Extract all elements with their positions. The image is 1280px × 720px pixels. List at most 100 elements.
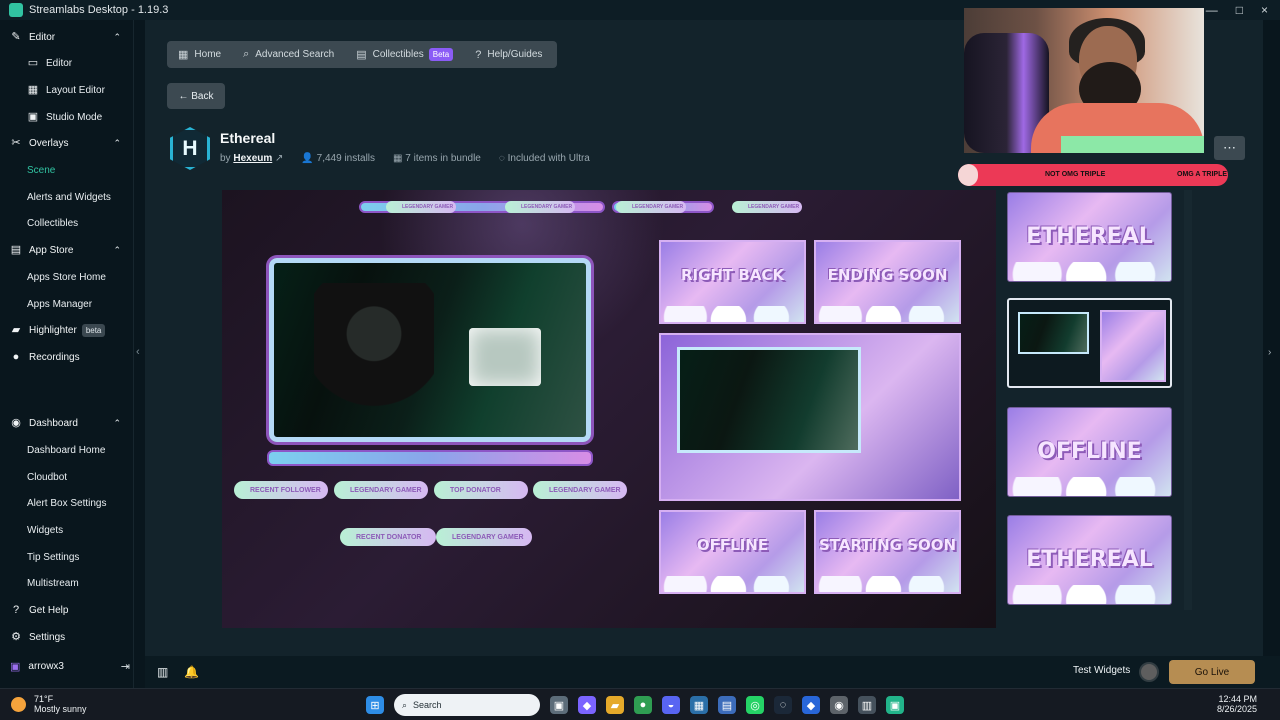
bundle-icon: ▦ — [393, 153, 403, 164]
windows-taskbar: 71°F Mostly sunny ⊞ ⌕ Search ▣ ◆ ▰ ● ◒ ▦ ▤… — [0, 688, 1280, 720]
sidebar-item-multistream[interactable]: Multistream — [0, 572, 134, 594]
alert-left-text: NOT OMG TRIPLE — [1045, 171, 1106, 178]
bottom-icons: ▥ 🔔 — [157, 665, 199, 679]
right-back-scene: RIGHT BACK — [659, 240, 806, 324]
tab-collectibles[interactable]: ▤ Collectibles Beta — [345, 41, 464, 68]
more-options-button[interactable]: ⋯ — [1214, 136, 1245, 160]
sidebar-item-alert-box-settings[interactable]: Alert Box Settings — [0, 492, 134, 514]
test-widgets-button[interactable]: Test Widgets — [1073, 665, 1130, 676]
store-icon: ▤ — [10, 244, 22, 256]
sidebar-item-widgets[interactable]: Widgets — [0, 519, 134, 541]
thumbnail-ethereal-title[interactable]: ETHEREAL — [1007, 192, 1172, 282]
bundle-count: ▦ 7 items in bundle — [393, 153, 481, 164]
twitch-icon: ▣ — [10, 660, 21, 673]
webcam-person — [314, 283, 434, 428]
user-account[interactable]: ▣ arrowx3 ⇥ — [10, 654, 130, 678]
thumbnail-ethereal[interactable]: ETHEREAL — [1007, 515, 1172, 605]
thumbnail-overlay-preview[interactable] — [1007, 298, 1172, 388]
stream-webcam — [677, 347, 861, 453]
sidebar-item-recordings[interactable]: ● Recordings — [0, 346, 134, 368]
store-icon[interactable]: ▦ — [690, 696, 708, 714]
logout-icon[interactable]: ⇥ — [121, 660, 130, 673]
steam-icon[interactable]: ◌ — [774, 696, 792, 714]
webcam-banner — [267, 450, 593, 466]
studio-icon: ▣ — [27, 111, 39, 123]
blue-app-icon[interactable]: ◆ — [802, 696, 820, 714]
sidebar-item-collectibles[interactable]: Collectibles — [0, 212, 134, 234]
maximize-button[interactable]: □ — [1236, 3, 1243, 17]
tab-home[interactable]: ▦ Home — [167, 41, 232, 68]
label-card: LEGENDARY GAMER — [505, 201, 575, 213]
search-icon: ⌕ — [243, 48, 250, 60]
file-explorer-icon[interactable]: ▰ — [606, 696, 624, 714]
label-card: LEGENDARY GAMER — [732, 201, 802, 213]
chevron-up-icon: ⌃ — [113, 31, 121, 42]
cloud-decoration — [661, 306, 804, 322]
cloud-decoration — [1008, 585, 1171, 604]
chrome-icon[interactable]: ● — [634, 696, 652, 714]
whatsapp-icon[interactable]: ◎ — [746, 696, 764, 714]
notification-icon[interactable]: 🔔 — [184, 665, 199, 679]
help-icon: ? — [12, 604, 20, 616]
sidebar-item-overlays[interactable]: ✂ Overlays ⌃ — [0, 132, 134, 154]
collapse-sidebar-button[interactable]: ‹ — [136, 346, 140, 358]
sidebar-item-app-store[interactable]: ▤ App Store ⌃ — [0, 239, 134, 261]
sidebar-item-apps-manager[interactable]: Apps Manager — [0, 293, 134, 315]
sidebar: ✎ Editor ⌃ ▭ Editor ▦ Layout Editor ▣ Studio … — [0, 20, 134, 688]
sidebar-item-get-help[interactable]: ? Get Help — [0, 599, 134, 621]
pencil-icon: ✎ — [11, 31, 21, 43]
stats-icon[interactable]: ▥ — [157, 665, 168, 679]
stream-scene — [659, 333, 961, 501]
top-donator-name: LEGENDARY GAMER — [533, 481, 627, 499]
tab-advanced-search[interactable]: ⌕ Advanced Search — [232, 41, 345, 68]
close-button[interactable]: × — [1261, 3, 1268, 17]
sidebar-item-dashboard[interactable]: ◉ Dashboard ⌃ — [0, 412, 134, 434]
starting-soon-scene: STARTING SOON — [814, 510, 961, 594]
sidebar-item-alerts-widgets[interactable]: Alerts and Widgets — [0, 186, 134, 208]
taskbar-search[interactable]: ⌕ Search — [394, 694, 540, 716]
sidebar-item-editor-parent[interactable]: ✎ Editor ⌃ — [0, 26, 134, 48]
streamlabs-taskbar-icon[interactable]: ▣ — [886, 696, 904, 714]
windows-start-icon[interactable]: ⊞ — [366, 696, 384, 714]
overlay-preview[interactable]: LEGENDARY GAMER LEGENDARY GAMER LEGENDAR… — [222, 190, 996, 628]
expand-right-button[interactable]: › — [1268, 347, 1271, 358]
sidebar-item-highlighter[interactable]: ▰ Highlighter beta — [0, 319, 134, 341]
sidebar-item-editor[interactable]: ▭ Editor — [0, 52, 134, 74]
system-clock[interactable]: 12:44 PM 8/26/2025 — [1217, 694, 1257, 714]
question-icon: ? — [475, 48, 482, 61]
sidebar-item-dashboard-home[interactable]: Dashboard Home — [0, 439, 134, 461]
follower-name: LEGENDARY GAMER — [334, 481, 428, 499]
sidebar-item-layout-editor[interactable]: ▦ Layout Editor — [0, 79, 134, 101]
calculator-icon[interactable]: ▤ — [718, 696, 736, 714]
sidebar-item-cloudbot[interactable]: Cloudbot — [0, 466, 134, 488]
webcam-screen — [469, 328, 541, 386]
copilot-icon[interactable]: ◆ — [578, 696, 596, 714]
installs-count: 👤 7,449 installs — [301, 153, 376, 164]
record-icon: ● — [12, 351, 20, 363]
bottom-toolbar: ▥ 🔔 Test Widgets Go Live — [145, 656, 1280, 688]
offline-scene: OFFLINE — [659, 510, 806, 594]
media-icon[interactable]: ▥ — [858, 696, 876, 714]
minimize-button[interactable]: — — [1206, 3, 1218, 17]
task-view-icon[interactable]: ▣ — [550, 696, 568, 714]
thumbnail-offline[interactable]: OFFLINE — [1007, 407, 1172, 497]
sidebar-item-tip-settings[interactable]: Tip Settings — [0, 546, 134, 568]
recent-donator-name: LEGENDARY GAMER — [436, 528, 532, 546]
cloud-decoration — [1008, 477, 1171, 496]
go-live-button[interactable]: Go Live — [1169, 660, 1255, 684]
sidebar-item-studio-mode[interactable]: ▣ Studio Mode — [0, 106, 134, 128]
thumbnail-scenes — [1100, 310, 1166, 382]
sidebar-item-apps-store-home[interactable]: Apps Store Home — [0, 266, 134, 288]
weather-widget[interactable]: 71°F Mostly sunny — [11, 694, 87, 714]
app-icon[interactable]: ◉ — [830, 696, 848, 714]
author-link[interactable]: Hexeum — [233, 153, 272, 164]
thumbnail-scrollbar[interactable] — [1184, 190, 1192, 610]
external-link-icon[interactable]: ↗ — [275, 153, 283, 164]
tab-help-guides[interactable]: ? Help/Guides — [464, 41, 553, 68]
sidebar-item-settings[interactable]: ⚙ Settings — [0, 626, 134, 648]
brush-icon: ✂ — [11, 137, 21, 149]
sidebar-item-scene[interactable]: Scene — [0, 159, 134, 181]
record-button[interactable] — [1139, 662, 1159, 682]
back-button[interactable]: ← Back — [167, 83, 225, 109]
discord-icon[interactable]: ◒ — [662, 696, 680, 714]
